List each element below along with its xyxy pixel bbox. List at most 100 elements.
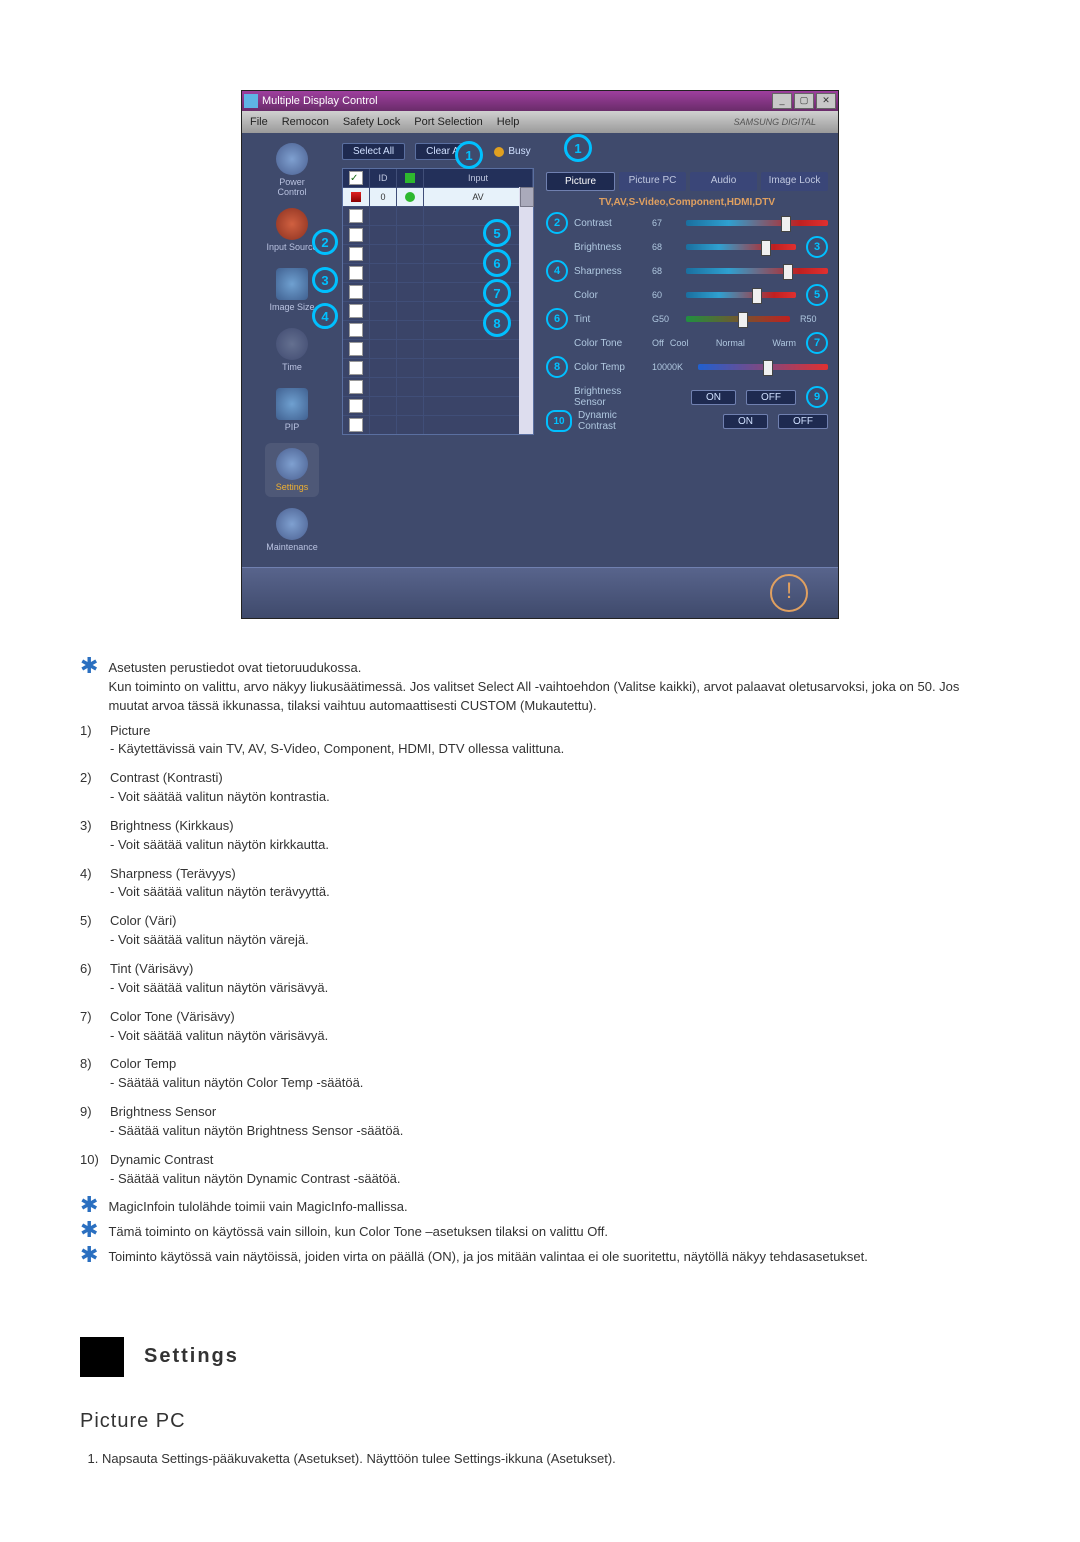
callout-7-grid: 7 [483, 279, 511, 307]
tint-slider[interactable] [686, 316, 790, 322]
grid-row-empty [343, 377, 533, 396]
input-source-icon [276, 208, 308, 240]
li-num: 10) [80, 1151, 104, 1189]
li-title: Brightness (Kirkkaus) [110, 818, 234, 833]
main-area: Select All Clear All Busy ID In [342, 143, 828, 557]
li-desc: - Säätää valitun näytön Dynamic Contrast… [110, 1170, 400, 1189]
desc-star1b: Kun toiminto on valittu, arvo näkyy liuk… [108, 679, 959, 713]
row-checkbox[interactable] [349, 323, 363, 337]
mode-subtitle: TV,AV,S-Video,Component,HDMI,DTV [546, 197, 828, 208]
row-checkbox[interactable] [349, 361, 363, 375]
tint-r-value: R50 [800, 314, 828, 324]
sidebar-item-maintenance[interactable]: Maintenance [265, 503, 319, 557]
time-icon [276, 328, 308, 360]
menu-safety-lock[interactable]: Safety Lock [343, 116, 400, 128]
tint-g-value: G50 [652, 314, 680, 324]
sidebar-item-settings[interactable]: Settings [265, 443, 319, 497]
callout-3-sidebar: 3 [312, 267, 338, 293]
busy-label: Busy [508, 146, 530, 157]
star-icon: ✱ [80, 659, 98, 716]
grid-header-status-icon [397, 169, 424, 187]
settings-panel: 1 Picture Picture PC Audio Image Lock TV… [546, 168, 828, 435]
row-checkbox[interactable] [349, 399, 363, 413]
li-num: 2) [80, 769, 104, 807]
sub-heading: Picture PC [80, 1407, 1000, 1436]
callout-10-setting: 10 [546, 410, 572, 432]
li-desc: - Voit säätää valitun näytön värisävyä. [110, 1027, 328, 1046]
grid-row-empty [343, 358, 533, 377]
row-checkbox[interactable] [349, 342, 363, 356]
callout-6-grid: 6 [483, 249, 511, 277]
close-button[interactable]: ✕ [816, 93, 836, 109]
tab-audio[interactable]: Audio [690, 172, 757, 191]
tab-picture-pc[interactable]: Picture PC [619, 172, 686, 191]
li-num: 9) [80, 1103, 104, 1141]
desc-star2: MagicInfoin tulolähde toimii vain MagicI… [108, 1198, 407, 1217]
dynamic-contrast-off-button[interactable]: OFF [778, 414, 828, 429]
sidebar-item-power-control[interactable]: Power Control [265, 143, 319, 197]
callout-1-tabs: 1 [564, 134, 592, 162]
grid-row-0[interactable]: 0 AV [343, 187, 533, 206]
tab-picture[interactable]: Picture [546, 172, 615, 191]
row-checkbox[interactable] [349, 304, 363, 318]
grid-scrollbar[interactable] [519, 187, 533, 434]
sidebar-item-input-source[interactable]: Input Source [265, 203, 319, 257]
grid-header-checkbox[interactable] [349, 171, 363, 185]
sidebar-item-image-size[interactable]: Image Size [265, 263, 319, 317]
scroll-thumb[interactable] [520, 187, 534, 207]
menu-port-selection[interactable]: Port Selection [414, 116, 482, 128]
color-temp-slider[interactable] [698, 364, 828, 370]
li-num: 1) [80, 722, 104, 760]
tab-row: Picture Picture PC Audio Image Lock [546, 172, 828, 191]
sidebar-item-pip[interactable]: PIP [265, 383, 319, 437]
minimize-button[interactable]: _ [772, 93, 792, 109]
select-all-button[interactable]: Select All [342, 143, 405, 160]
sidebar: Power Control Input Source Image Size Ti… [252, 143, 332, 557]
dynamic-contrast-on-button[interactable]: ON [723, 414, 768, 429]
menu-file[interactable]: File [250, 116, 268, 128]
maximize-button[interactable]: ▢ [794, 93, 814, 109]
app-window: Multiple Display Control _ ▢ ✕ File Remo… [241, 90, 839, 619]
tab-image-lock[interactable]: Image Lock [761, 172, 828, 191]
li-title: Color (Väri) [110, 913, 176, 928]
sharpness-slider[interactable] [686, 268, 828, 274]
star-icon: ✱ [80, 1223, 98, 1242]
description-list: 1)Picture- Käytettävissä vain TV, AV, S-… [80, 722, 1000, 1189]
color-label: Color [574, 290, 646, 301]
brightness-sensor-on-button[interactable]: ON [691, 390, 736, 405]
star-icon: ✱ [80, 1198, 98, 1217]
ct-off[interactable]: Off [652, 338, 664, 348]
row-checkbox[interactable] [349, 418, 363, 432]
brightness-sensor-off-button[interactable]: OFF [746, 390, 796, 405]
contrast-slider[interactable] [686, 220, 828, 226]
row-checkbox[interactable] [349, 247, 363, 261]
ct-normal[interactable]: Normal [694, 338, 766, 348]
menu-remocon[interactable]: Remocon [282, 116, 329, 128]
callout-3-setting: 3 [806, 236, 828, 258]
callout-7-setting: 7 [806, 332, 828, 354]
li-desc: - Voit säätää valitun näytön värisävyä. [110, 979, 328, 998]
sharpness-label: Sharpness [574, 266, 646, 277]
color-slider[interactable] [686, 292, 796, 298]
brightness-slider[interactable] [686, 244, 796, 250]
row-checkbox[interactable] [349, 209, 363, 223]
callout-2-setting: 2 [546, 212, 568, 234]
row-checkbox[interactable] [349, 380, 363, 394]
ct-cool[interactable]: Cool [670, 338, 689, 348]
row-status-icon [405, 192, 415, 202]
row-checkbox[interactable] [349, 285, 363, 299]
settings-icon [276, 448, 308, 480]
grid-row-empty [343, 339, 533, 358]
row-checkbox[interactable] [349, 228, 363, 242]
menu-bar: File Remocon Safety Lock Port Selection … [242, 111, 838, 133]
grid-header-id: ID [370, 169, 397, 187]
row-select-icon[interactable] [351, 192, 361, 202]
menu-help[interactable]: Help [497, 116, 520, 128]
row-checkbox[interactable] [349, 266, 363, 280]
ct-warm[interactable]: Warm [772, 338, 796, 348]
li-title: Tint (Värisävy) [110, 961, 193, 976]
li-num: 3) [80, 817, 104, 855]
brightness-sensor-label: Brightness Sensor [574, 386, 646, 408]
sidebar-item-time[interactable]: Time [265, 323, 319, 377]
color-temp-value: 10000K [652, 362, 692, 372]
